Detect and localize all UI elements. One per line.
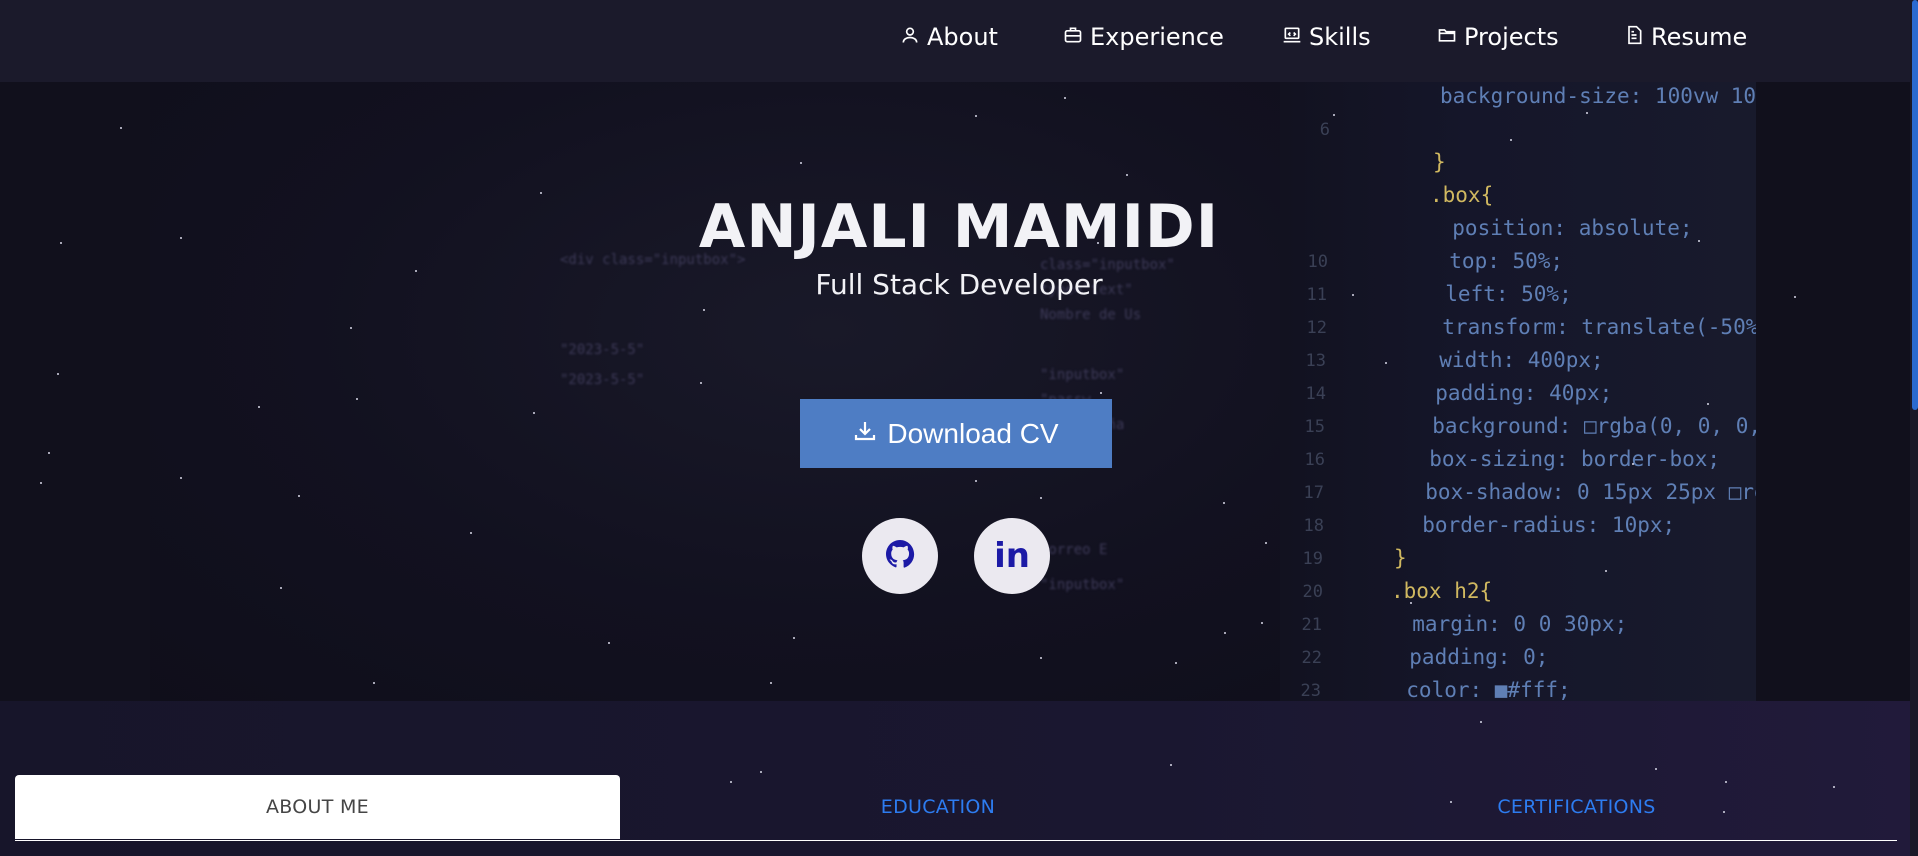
background-code-blur: "2023-5-5": [560, 342, 645, 358]
code-line: }: [1394, 546, 1407, 570]
code-line: transform: translate(-50%,: [1417, 315, 1756, 339]
portfolio-page: About Experience Skills Projects Resume …: [0, 0, 1918, 856]
scrollbar-thumb[interactable]: [1912, 0, 1918, 410]
nav-item-projects[interactable]: Projects: [1437, 20, 1559, 54]
code-line-number: 16: [1304, 450, 1325, 470]
code-line: border-radius: 10px;: [1397, 513, 1676, 537]
linkedin-button[interactable]: in: [974, 518, 1050, 594]
file-icon: [1624, 23, 1644, 51]
background-code-blur: Correo E: [1040, 542, 1108, 558]
code-line-number: 21: [1301, 615, 1322, 635]
code-line-number: 17: [1303, 483, 1324, 503]
background-code-blur: "inputbox": [1040, 577, 1125, 593]
nav-label: Experience: [1090, 23, 1224, 51]
code-line: .box h2{: [1391, 579, 1493, 603]
code-line-number: 20: [1302, 582, 1323, 602]
code-line-number: 15: [1304, 417, 1325, 437]
hero-section: <div class="inputbox"> class="inputbox" …: [0, 82, 1918, 701]
background-code-blur: "inputbox": [1040, 367, 1125, 383]
github-icon: [884, 538, 916, 574]
background-code-blur: "2023-5-5": [560, 372, 645, 388]
code-line: box-sizing: border-box;: [1404, 447, 1721, 471]
code-line: width: 400px;: [1414, 348, 1604, 372]
code-line-number: 6: [1319, 120, 1330, 140]
user-icon: [900, 23, 920, 51]
tab-certifications[interactable]: CERTIFICATIONS: [1256, 775, 1897, 839]
code-line: padding: 0;: [1384, 645, 1549, 669]
code-line-number: 13: [1305, 351, 1326, 371]
code-line: box-shadow: 0 15px 25px □rg: [1400, 480, 1756, 504]
nav-item-resume[interactable]: Resume: [1624, 20, 1747, 54]
background-code-blur: Nombre de Us: [1040, 307, 1142, 323]
nav-item-about[interactable]: About: [900, 20, 998, 54]
linkedin-icon: in: [994, 536, 1030, 576]
code-line: color: ■#fff;: [1381, 678, 1571, 701]
github-button[interactable]: [862, 518, 938, 594]
briefcase-icon: [1063, 23, 1083, 51]
download-icon: [853, 418, 877, 450]
hero-subtitle: Full Stack Developer: [815, 268, 1103, 301]
tab-about-me[interactable]: ABOUT ME: [15, 775, 620, 839]
code-line-number: 23: [1300, 681, 1321, 701]
code-line: margin: 0 0 30px;: [1387, 612, 1628, 636]
code-line-number: 12: [1306, 318, 1327, 338]
code-line-number: 18: [1303, 516, 1324, 536]
nav-label: Resume: [1651, 23, 1748, 51]
code-line-number: 14: [1305, 384, 1326, 404]
code-line: background: □rgba(0, 0, 0,: [1407, 414, 1756, 438]
info-section: ABOUT ME EDUCATION CERTIFICATIONS: [0, 701, 1918, 856]
nav-label: Skills: [1309, 23, 1371, 51]
hero-name: ANJALI MAMIDI: [698, 192, 1220, 262]
nav-label: About: [927, 23, 998, 51]
code-line: background-size: 100vw 10: [1440, 84, 1756, 108]
code-line-number: 22: [1301, 648, 1322, 668]
tab-bar: ABOUT ME EDUCATION CERTIFICATIONS: [15, 775, 1897, 841]
code-line: padding: 40px;: [1410, 381, 1613, 405]
download-cv-label: Download CV: [887, 417, 1059, 449]
hero-background: [150, 82, 1280, 701]
download-cv-button[interactable]: Download CV: [800, 399, 1112, 468]
nav-links: About Experience Skills Projects Resume: [0, 0, 1918, 82]
nav-item-skills[interactable]: Skills: [1282, 20, 1371, 54]
code-line-number: 19: [1302, 549, 1323, 569]
folder-icon: [1437, 23, 1457, 51]
top-navbar: About Experience Skills Projects Resume: [0, 0, 1918, 82]
nav-item-experience[interactable]: Experience: [1063, 20, 1224, 54]
nav-label: Projects: [1464, 23, 1559, 51]
tab-education[interactable]: EDUCATION: [620, 775, 1256, 839]
code-line: }: [1433, 150, 1446, 174]
laptop-icon: [1282, 23, 1302, 51]
